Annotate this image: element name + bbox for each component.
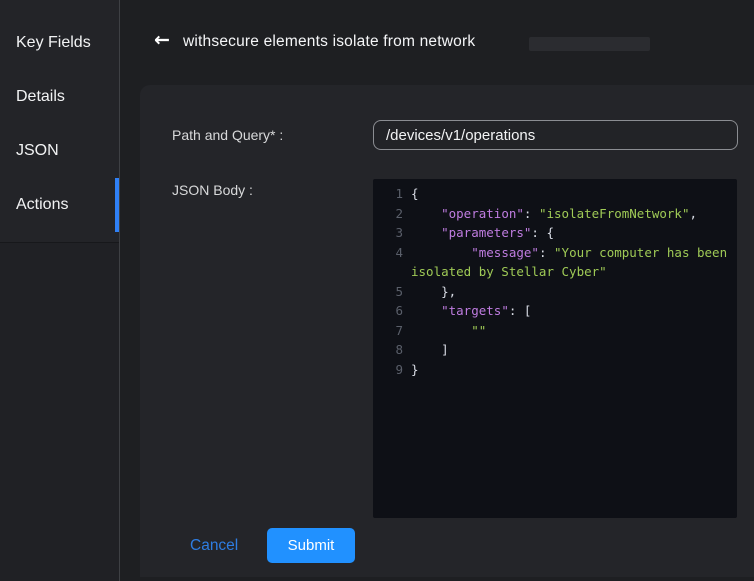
code-line: 3 "parameters": { [373, 223, 735, 243]
code-line: 7 "" [373, 321, 735, 341]
line-number: 3 [373, 223, 403, 243]
path-query-input[interactable] [373, 120, 738, 150]
sidebar-item-label: Details [16, 88, 65, 106]
code-content: "message": "Your computer has been isola… [411, 243, 735, 282]
path-query-label: Path and Query* : [172, 127, 283, 143]
sidebar-item-json[interactable]: JSON [0, 124, 119, 178]
sidebar-item-actions[interactable]: Actions [0, 178, 119, 232]
code-content: "operation": "isolateFromNetwork", [411, 204, 735, 224]
code-content: { [411, 184, 735, 204]
sidebar-item-details[interactable]: Details [0, 70, 119, 124]
cancel-button[interactable]: Cancel [190, 537, 238, 555]
code-content: "parameters": { [411, 223, 735, 243]
sidebar-item-label: JSON [16, 142, 59, 160]
page-title: withsecure elements isolate from network [183, 33, 475, 51]
sidebar: Key Fields Details JSON Actions [0, 0, 120, 581]
active-tab-indicator [115, 178, 119, 232]
back-button[interactable]: ← [148, 26, 176, 54]
app-window: Key Fields Details JSON Actions ← withsecur… [0, 0, 754, 581]
sidebar-item-key-fields[interactable]: Key Fields [0, 16, 119, 70]
code-content: "targets": [ [411, 301, 735, 321]
line-number: 9 [373, 360, 403, 380]
line-number: 1 [373, 184, 403, 204]
code-line: 4 "message": "Your computer has been iso… [373, 243, 735, 282]
code-line: 8 ] [373, 340, 735, 360]
sidebar-item-label: Key Fields [16, 34, 91, 52]
line-number: 5 [373, 282, 403, 302]
code-line: 5 }, [373, 282, 735, 302]
line-number: 6 [373, 301, 403, 321]
line-number: 4 [373, 243, 403, 282]
json-body-editor[interactable]: 1{2 "operation": "isolateFromNetwork",3 … [373, 179, 737, 518]
code-content: } [411, 360, 735, 380]
back-arrow-icon: ← [154, 29, 170, 51]
redacted-chip [529, 37, 650, 51]
line-number: 2 [373, 204, 403, 224]
code-line: 9} [373, 360, 735, 380]
sidebar-nav: Key Fields Details JSON Actions [0, 0, 119, 243]
line-number: 7 [373, 321, 403, 341]
code-content: }, [411, 282, 735, 302]
code-line: 6 "targets": [ [373, 301, 735, 321]
submit-button[interactable]: Submit [267, 528, 355, 563]
code-content: ] [411, 340, 735, 360]
code-line: 1{ [373, 184, 735, 204]
code-content: "" [411, 321, 735, 341]
code-line: 2 "operation": "isolateFromNetwork", [373, 204, 735, 224]
json-body-label: JSON Body : [172, 182, 253, 198]
sidebar-item-label: Actions [16, 196, 68, 214]
line-number: 8 [373, 340, 403, 360]
